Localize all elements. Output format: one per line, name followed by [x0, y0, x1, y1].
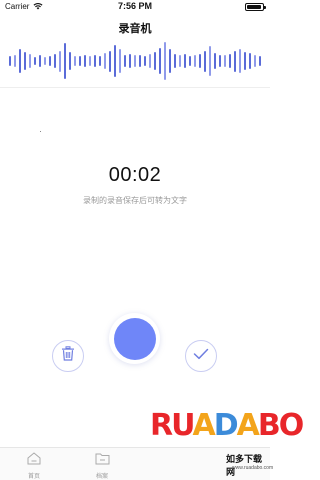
waveform-bar	[109, 50, 112, 72]
waveform-bar	[148, 53, 151, 69]
home-icon	[14, 452, 54, 470]
waveform-bar	[203, 50, 206, 72]
waveform-bar	[14, 54, 17, 68]
waveform-bar	[99, 56, 102, 66]
waveform-bar	[193, 54, 196, 68]
waveform-bar	[233, 50, 236, 72]
waveform-bar	[64, 43, 67, 79]
battery-icon	[245, 3, 266, 11]
waveform-bar	[138, 54, 141, 68]
waveform-bar	[119, 49, 122, 73]
waveform-bar	[258, 55, 261, 67]
save-recording-button[interactable]	[185, 340, 217, 372]
watermark-logo-text: RUADABO	[150, 408, 304, 443]
waveform-bar	[213, 52, 216, 70]
header-divider	[0, 87, 270, 88]
waveform-bar	[178, 54, 181, 68]
waveform-bar	[248, 52, 251, 70]
waveform-bar	[153, 51, 156, 71]
waveform-bar	[49, 55, 52, 67]
waveform-bar	[74, 55, 77, 67]
tab-archive-label: 档案	[95, 474, 108, 480]
folder-icon	[82, 452, 122, 470]
waveform-bar	[158, 48, 161, 74]
record-button[interactable]	[109, 313, 160, 364]
tab-archive[interactable]: 档案	[82, 452, 122, 480]
waveform-bar	[208, 46, 211, 76]
waveform-bar	[228, 53, 231, 69]
waveform-bar	[188, 55, 191, 67]
waveform-bar	[253, 54, 256, 68]
waveform-bar	[223, 55, 226, 67]
audio-waveform	[8, 40, 262, 82]
waveform-bar	[9, 55, 12, 67]
trash-icon	[61, 346, 75, 366]
waveform-bar	[79, 56, 82, 66]
watermark-url: www.ruadabo.com	[232, 465, 274, 471]
watermark-logo: RUADABO 如多下载网 www.ruadabo.com	[150, 408, 304, 478]
tab-home-label: 首页	[27, 474, 40, 480]
status-bar: Carrier 7:56 PM	[0, 0, 270, 14]
waveform-bar	[19, 49, 22, 73]
waveform-bar	[134, 55, 136, 67]
checkmark-icon	[193, 347, 209, 365]
waveform-bar	[29, 53, 32, 69]
waveform-bar	[198, 53, 201, 69]
waveform-bar	[124, 54, 127, 68]
status-time: 7:56 PM	[117, 1, 152, 11]
waveform-bar	[44, 56, 47, 66]
waveform-bar	[243, 51, 246, 71]
waveform-bar	[183, 53, 186, 69]
tab-home[interactable]: 首页	[14, 452, 54, 480]
waveform-bar	[163, 42, 166, 80]
waveform-bar	[129, 53, 132, 69]
waveform-bar	[59, 50, 62, 72]
waveform-bar	[24, 51, 27, 71]
waveform-bar	[89, 56, 92, 66]
waveform-bar	[54, 53, 57, 69]
waveform-bar	[218, 54, 221, 68]
waveform-bar	[84, 54, 87, 68]
record-indicator	[113, 317, 156, 360]
page-title: 录音机	[118, 23, 152, 35]
recording-timer: 00:02	[108, 164, 162, 186]
decorative-dot	[40, 131, 41, 132]
recording-hint: 录制的录音保存后可转为文字	[83, 196, 187, 205]
waveform-bar	[168, 49, 171, 73]
waveform-bar	[104, 52, 107, 70]
delete-recording-button[interactable]	[52, 340, 84, 372]
waveform-bar	[238, 49, 241, 73]
waveform-bar	[143, 55, 146, 67]
waveform-bar	[69, 51, 72, 71]
waveform-bar	[114, 45, 117, 77]
waveform-bar	[34, 56, 37, 66]
waveform-bar	[94, 54, 97, 68]
waveform-bar	[39, 55, 42, 67]
waveform-bar	[173, 53, 176, 69]
